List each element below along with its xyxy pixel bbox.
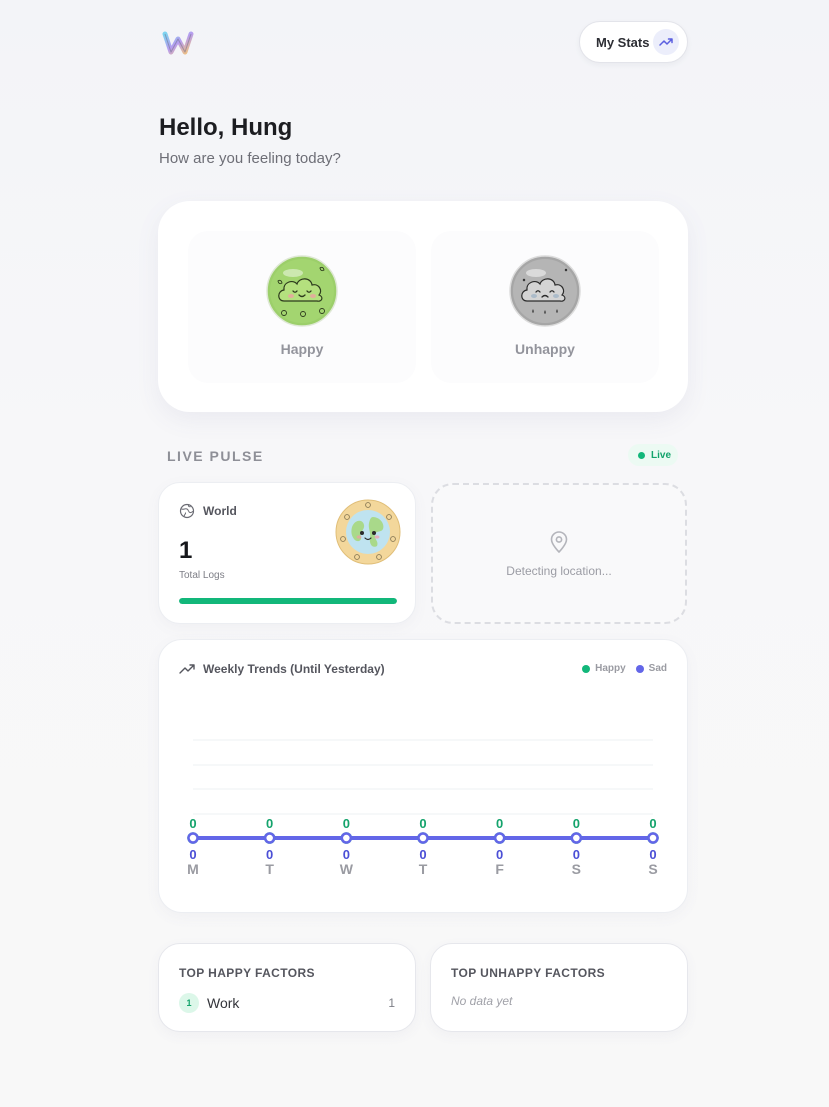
world-total-count: 1 [179,537,193,564]
map-pin-icon [550,530,568,553]
live-pulse-title: LIVE PULSE [167,448,264,464]
data-label-happy: 0 [266,816,273,831]
x-tick-label: M [187,861,199,877]
data-label-sad: 0 [189,847,196,862]
data-label-sad: 0 [573,847,580,862]
world-happy-progress-bar [179,598,397,604]
world-card-header: World [179,503,237,519]
data-point-sad [493,832,506,844]
no-data-text: No data yet [451,994,513,1008]
detecting-location-text: Detecting location... [506,563,612,578]
data-point-sad [417,832,429,844]
happy-cloud-icon [266,255,338,327]
factor-rank-badge: 1 [179,993,199,1013]
w-logo-icon[interactable] [162,30,194,56]
top-happy-factors-card: TOP HAPPY FACTORS 1 Work 1 [158,943,416,1032]
sad-cloud-icon [509,255,581,327]
earth-mascot-icon [335,499,401,565]
data-label-happy: 0 [343,816,350,831]
top-happy-factors-title: TOP HAPPY FACTORS [179,966,315,980]
local-stats-card: Detecting location... [431,483,687,624]
data-label-sad: 0 [496,847,503,862]
factor-name: Work [207,995,240,1011]
data-point-sad [263,832,276,844]
world-total-caption: Total Logs [179,570,225,581]
data-point-sad [187,832,199,844]
data-point-sad [340,832,353,844]
world-happy-progress-fill [179,598,397,604]
top-unhappy-factors-title: TOP UNHAPPY FACTORS [451,966,606,980]
data-label-sad: 0 [266,847,273,862]
data-label-happy: 0 [573,816,580,831]
data-point-sad [647,832,659,844]
factor-count: 1 [388,996,395,1010]
live-badge: Live [628,444,678,466]
data-point-sad [570,832,583,844]
world-stats-card[interactable]: World 1 Total Logs [158,482,416,624]
x-tick-label: T [419,861,428,877]
x-tick-label: S [648,861,657,877]
trending-up-icon [653,29,679,55]
happy-mood-button[interactable]: Happy [188,231,416,383]
data-label-happy: 0 [189,816,196,831]
x-tick-label: S [572,861,581,877]
greeting-subtitle: How are you feeling today? [159,150,341,167]
data-label-happy: 0 [496,816,503,831]
happy-mood-label: Happy [280,341,324,357]
unhappy-mood-label: Unhappy [515,341,575,357]
x-tick-label: W [340,861,354,877]
list-item[interactable]: 1 Work 1 [179,992,395,1014]
live-badge-label: Live [651,449,672,461]
unhappy-mood-button[interactable]: Unhappy [431,231,659,383]
top-unhappy-factors-card: TOP UNHAPPY FACTORS No data yet [430,943,688,1032]
my-stats-button[interactable]: My Stats [579,21,688,63]
my-stats-label: My Stats [596,34,650,50]
live-dot-icon [638,451,645,459]
data-label-happy: 0 [649,816,656,831]
globe-icon [179,503,195,519]
weekly-trends-card: Weekly Trends (Until Yesterday) Happy Sa… [158,639,688,913]
world-label: World [203,504,237,518]
data-label-sad: 0 [343,847,350,862]
data-label-happy: 0 [419,816,426,831]
mood-selector-card: Happy Unhappy [158,201,688,412]
greeting-title: Hello, Hung [159,114,293,141]
data-label-sad: 0 [419,847,426,862]
weekly-trends-chart: 0 0 0 0 0 0 00 0 0 0 0 0 0M T W T F S S [187,739,659,877]
data-label-sad: 0 [649,847,656,862]
x-tick-label: T [265,861,274,877]
x-tick-label: F [495,861,504,877]
